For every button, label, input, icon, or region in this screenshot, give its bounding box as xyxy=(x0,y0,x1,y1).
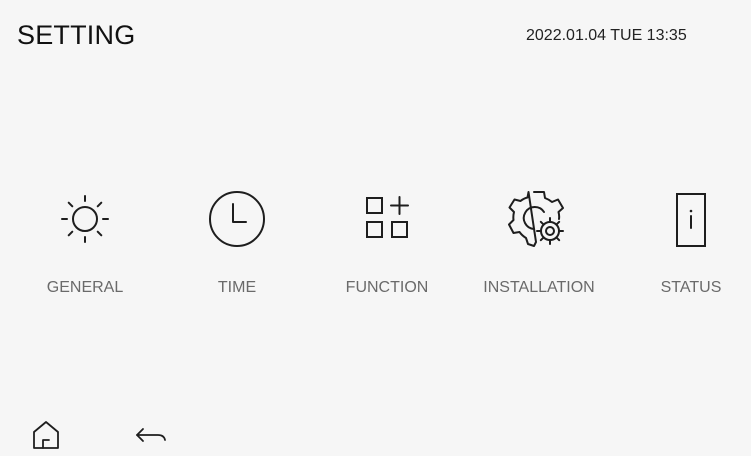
status-menu-button[interactable]: STATUS xyxy=(626,178,751,308)
back-arrow-icon xyxy=(136,428,166,442)
status-label: STATUS xyxy=(660,279,722,296)
general-label: GENERAL xyxy=(46,279,124,296)
function-menu-button[interactable]: FUNCTION xyxy=(322,178,452,308)
back-button[interactable] xyxy=(128,412,172,456)
clock-icon xyxy=(202,184,272,254)
sun-icon xyxy=(50,184,120,254)
function-label: FUNCTION xyxy=(345,279,429,296)
info-icon xyxy=(656,184,726,254)
installation-menu-button[interactable]: INSTALLATION xyxy=(474,178,604,308)
time-menu-button[interactable]: TIME xyxy=(172,178,302,308)
installation-label: INSTALLATION xyxy=(483,279,595,296)
time-label: TIME xyxy=(217,279,257,296)
general-menu-button[interactable]: GENERAL xyxy=(20,178,150,308)
gear-icon xyxy=(504,184,574,254)
home-button[interactable] xyxy=(24,412,68,456)
datetime-display: 2022.01.04 TUE 13:35 xyxy=(526,27,687,44)
page-title: SETTING xyxy=(17,20,136,50)
settings-menu: GENERAL TIME FUNCTION INSTALLATION STATU… xyxy=(0,178,751,308)
home-icon xyxy=(33,421,59,449)
apps-grid-plus-icon xyxy=(352,184,422,254)
